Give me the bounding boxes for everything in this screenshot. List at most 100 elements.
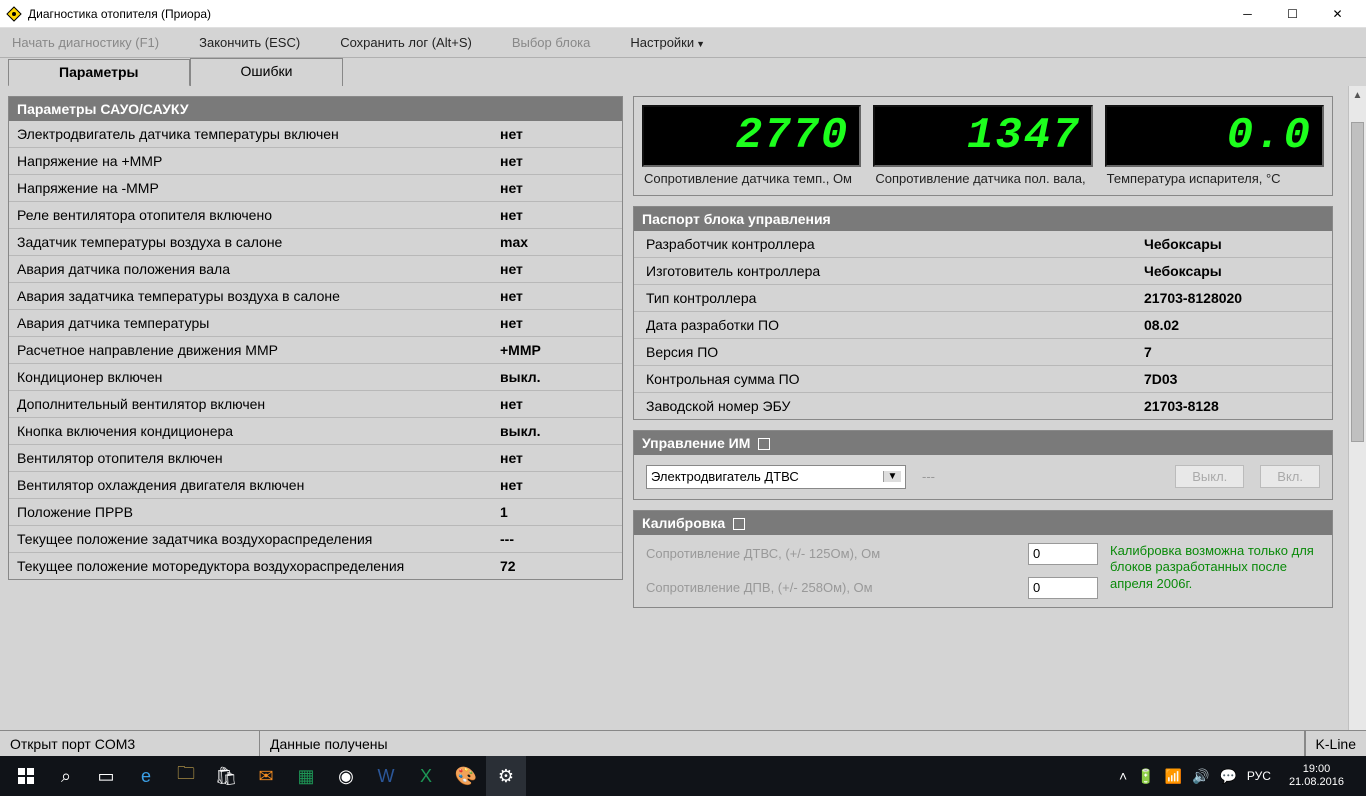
- menu-finish[interactable]: Закончить (ESC): [199, 35, 300, 50]
- main-content: Параметры САУО/САУКУ Электродвигатель да…: [0, 86, 1366, 730]
- param-label: Авария задатчика температуры воздуха в с…: [9, 283, 492, 309]
- param-value: нет: [492, 391, 622, 417]
- menu-start[interactable]: Начать диагностику (F1): [12, 35, 159, 50]
- explorer-icon[interactable]: 🗀: [166, 756, 206, 796]
- actuator-select[interactable]: Электродвигатель ДТВС ▼: [646, 465, 906, 489]
- param-label: Электродвигатель датчика температуры вкл…: [9, 121, 492, 147]
- lcd-value: 2770: [642, 105, 861, 167]
- param-value: нет: [492, 121, 622, 147]
- param-row: Кондиционер включенвыкл.: [9, 364, 622, 391]
- volume-icon[interactable]: 🔊: [1192, 768, 1209, 785]
- scroll-up-icon[interactable]: ▲: [1349, 86, 1366, 104]
- control-im-checkbox[interactable]: [758, 438, 770, 450]
- actuator-select-value: Электродвигатель ДТВС: [651, 469, 799, 484]
- excel2-icon[interactable]: X: [406, 756, 446, 796]
- passport-row: Разработчик контроллераЧебоксары: [634, 231, 1332, 258]
- excel-icon[interactable]: ▦: [286, 756, 326, 796]
- param-label: Напряжение на -ММР: [9, 175, 492, 201]
- on-button[interactable]: Вкл.: [1260, 465, 1320, 488]
- passport-value: 08.02: [1132, 312, 1332, 338]
- menu-bar: Начать диагностику (F1) Закончить (ESC) …: [0, 28, 1366, 58]
- start-button[interactable]: [6, 756, 46, 796]
- calibration-note: Калибровка возможна только для блоков ра…: [1110, 543, 1320, 599]
- param-value: нет: [492, 202, 622, 228]
- calibration-input[interactable]: [1028, 577, 1098, 599]
- param-label: Кондиционер включен: [9, 364, 492, 390]
- passport-value: 21703-8128020: [1132, 285, 1332, 311]
- control-im-header: Управление ИМ: [634, 431, 1332, 455]
- search-icon[interactable]: ⌕: [46, 756, 86, 796]
- menu-settings[interactable]: Настройки▼: [630, 35, 705, 50]
- status-data: Данные получены: [260, 731, 1305, 756]
- menu-savelog[interactable]: Сохранить лог (Alt+S): [340, 35, 472, 50]
- wifi-icon[interactable]: 📶: [1165, 768, 1182, 785]
- param-value: ---: [492, 526, 622, 552]
- tab-errors[interactable]: Ошибки: [190, 58, 344, 86]
- word-icon[interactable]: W: [366, 756, 406, 796]
- passport-value: Чебоксары: [1132, 231, 1332, 257]
- param-value: выкл.: [492, 418, 622, 444]
- maximize-button[interactable]: ☐: [1270, 0, 1315, 28]
- store-icon[interactable]: 🛍: [206, 756, 246, 796]
- windows-taskbar: ⌕ ▭ e 🗀 🛍 ✉ ▦ ◉ W X 🎨 ⚙ ˄ 🔋 📶 🔊 💬 РУС 19…: [0, 756, 1366, 796]
- close-button[interactable]: ✕: [1315, 0, 1360, 28]
- param-value: нет: [492, 472, 622, 498]
- calibration-checkbox[interactable]: [733, 518, 745, 530]
- display-box: 2770Сопротивление датчика темп., Ом: [642, 105, 861, 187]
- param-row: Напряжение на +ММРнет: [9, 148, 622, 175]
- param-row: Электродвигатель датчика температуры вкл…: [9, 121, 622, 148]
- param-label: Реле вентилятора отопителя включено: [9, 202, 492, 228]
- off-button[interactable]: Выкл.: [1175, 465, 1244, 488]
- status-port: Открыт порт COM3: [0, 731, 260, 756]
- param-label: Авария датчика положения вала: [9, 256, 492, 282]
- chrome-icon[interactable]: ◉: [326, 756, 366, 796]
- calibration-input[interactable]: [1028, 543, 1098, 565]
- tray-up-icon[interactable]: ˄: [1119, 768, 1127, 784]
- passport-value: 7D03: [1132, 366, 1332, 392]
- clock-date: 21.08.2016: [1289, 776, 1344, 789]
- passport-row: Тип контроллера21703-8128020: [634, 285, 1332, 312]
- calibration-label: Сопротивление ДПВ, (+/- 258Ом), Ом: [646, 580, 1016, 595]
- passport-label: Заводской номер ЭБУ: [634, 393, 1132, 419]
- param-row: Текущее положение задатчика воздухораспр…: [9, 526, 622, 553]
- calibration-row: Сопротивление ДПВ, (+/- 258Ом), Ом: [646, 577, 1098, 599]
- mail-icon[interactable]: ✉: [246, 756, 286, 796]
- passport-panel: Паспорт блока управления Разработчик кон…: [633, 206, 1333, 420]
- minimize-button[interactable]: ─: [1225, 0, 1270, 28]
- passport-row: Заводской номер ЭБУ21703-8128: [634, 393, 1332, 419]
- param-label: Дополнительный вентилятор включен: [9, 391, 492, 417]
- clock[interactable]: 19:00 21.08.2016: [1281, 763, 1352, 789]
- scroll-thumb[interactable]: [1351, 122, 1364, 442]
- display-label: Сопротивление датчика пол. вала,: [873, 167, 1092, 187]
- passport-row: Версия ПО7: [634, 339, 1332, 366]
- lcd-value: 1347: [873, 105, 1092, 167]
- params-header: Параметры САУО/САУКУ: [9, 97, 622, 121]
- param-row: Положение ПРРВ1: [9, 499, 622, 526]
- menu-selectblock[interactable]: Выбор блока: [512, 35, 591, 50]
- display-box: 0.0Температура испарителя, °C: [1105, 105, 1324, 187]
- param-value: 72: [492, 553, 622, 579]
- vertical-scrollbar[interactable]: ▲: [1348, 86, 1366, 730]
- paint-icon[interactable]: 🎨: [446, 756, 486, 796]
- param-row: Реле вентилятора отопителя включенонет: [9, 202, 622, 229]
- language-indicator[interactable]: РУС: [1247, 769, 1271, 783]
- taskview-icon[interactable]: ▭: [86, 756, 126, 796]
- passport-value: 7: [1132, 339, 1332, 365]
- param-label: Вентилятор охлаждения двигателя включен: [9, 472, 492, 498]
- param-row: Авария датчика положения валанет: [9, 256, 622, 283]
- tab-parameters[interactable]: Параметры: [8, 59, 190, 87]
- battery-icon[interactable]: 🔋: [1137, 768, 1154, 785]
- passport-value: Чебоксары: [1132, 258, 1332, 284]
- param-label: Текущее положение моторедуктора воздухор…: [9, 553, 492, 579]
- passport-label: Дата разработки ПО: [634, 312, 1132, 338]
- action-center-icon[interactable]: 💬: [1219, 768, 1236, 785]
- passport-label: Разработчик контроллера: [634, 231, 1132, 257]
- passport-row: Изготовитель контроллераЧебоксары: [634, 258, 1332, 285]
- param-label: Текущее положение задатчика воздухораспр…: [9, 526, 492, 552]
- diag-app-icon[interactable]: ⚙: [486, 756, 526, 796]
- param-label: Вентилятор отопителя включен: [9, 445, 492, 471]
- param-value: нет: [492, 175, 622, 201]
- edge-icon[interactable]: e: [126, 756, 166, 796]
- caret-down-icon: ▼: [696, 39, 705, 49]
- param-row: Напряжение на -ММРнет: [9, 175, 622, 202]
